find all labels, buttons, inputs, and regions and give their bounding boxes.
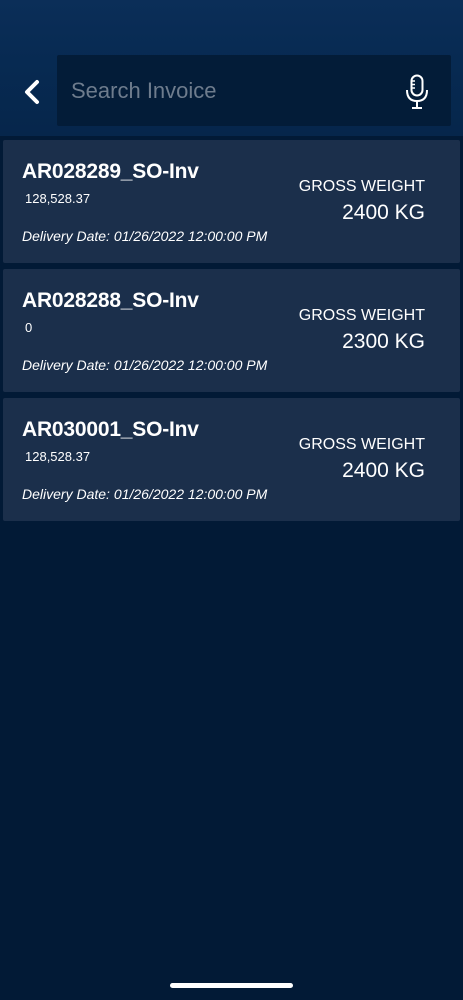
delivery-date: Delivery Date: 01/26/2022 12:00:00 PM <box>22 357 267 373</box>
invoice-amount: 128,528.37 <box>25 191 91 206</box>
delivery-date-value: 01/26/2022 12:00:00 PM <box>113 486 268 502</box>
delivery-date-label: Delivery Date: <box>22 357 110 373</box>
voice-search-button[interactable] <box>403 73 431 111</box>
back-button[interactable] <box>14 72 50 112</box>
invoice-amount: 128,528.37 <box>25 449 91 464</box>
invoice-number: AR030001_SO-Inv <box>22 418 199 441</box>
invoice-number: AR028289_SO-Inv <box>22 160 199 183</box>
delivery-date-value: 01/26/2022 12:00:00 PM <box>113 228 268 244</box>
delivery-date-value: 01/26/2022 12:00:00 PM <box>113 357 268 373</box>
home-indicator[interactable] <box>170 983 293 988</box>
invoice-list: AR028289_SO-Inv 128,528.37 Delivery Date… <box>3 140 460 527</box>
microphone-icon <box>406 74 428 109</box>
gross-weight-label: GROSS WEIGHT <box>298 436 425 453</box>
app-header <box>0 0 463 136</box>
invoice-number: AR028288_SO-Inv <box>22 289 199 312</box>
gross-weight-label: GROSS WEIGHT <box>298 178 425 195</box>
invoice-card[interactable]: AR028289_SO-Inv 128,528.37 Delivery Date… <box>3 140 460 263</box>
invoice-card[interactable]: AR028288_SO-Inv 0 Delivery Date: 01/26/20… <box>3 269 460 392</box>
chevron-left-icon <box>25 80 39 104</box>
delivery-date: Delivery Date: 01/26/2022 12:00:00 PM <box>22 486 267 502</box>
search-input[interactable] <box>71 55 391 126</box>
invoice-card[interactable]: AR030001_SO-Inv 128,528.37 Delivery Date… <box>3 398 460 521</box>
gross-weight-value: 2400 KG <box>342 201 425 224</box>
search-bar <box>57 55 451 126</box>
delivery-date-label: Delivery Date: <box>22 228 110 244</box>
invoice-amount: 0 <box>25 320 33 335</box>
gross-weight-value: 2300 KG <box>342 330 425 353</box>
gross-weight-value: 2400 KG <box>342 459 425 482</box>
delivery-date-label: Delivery Date: <box>22 486 110 502</box>
gross-weight-label: GROSS WEIGHT <box>298 307 425 324</box>
delivery-date: Delivery Date: 01/26/2022 12:00:00 PM <box>22 228 267 244</box>
